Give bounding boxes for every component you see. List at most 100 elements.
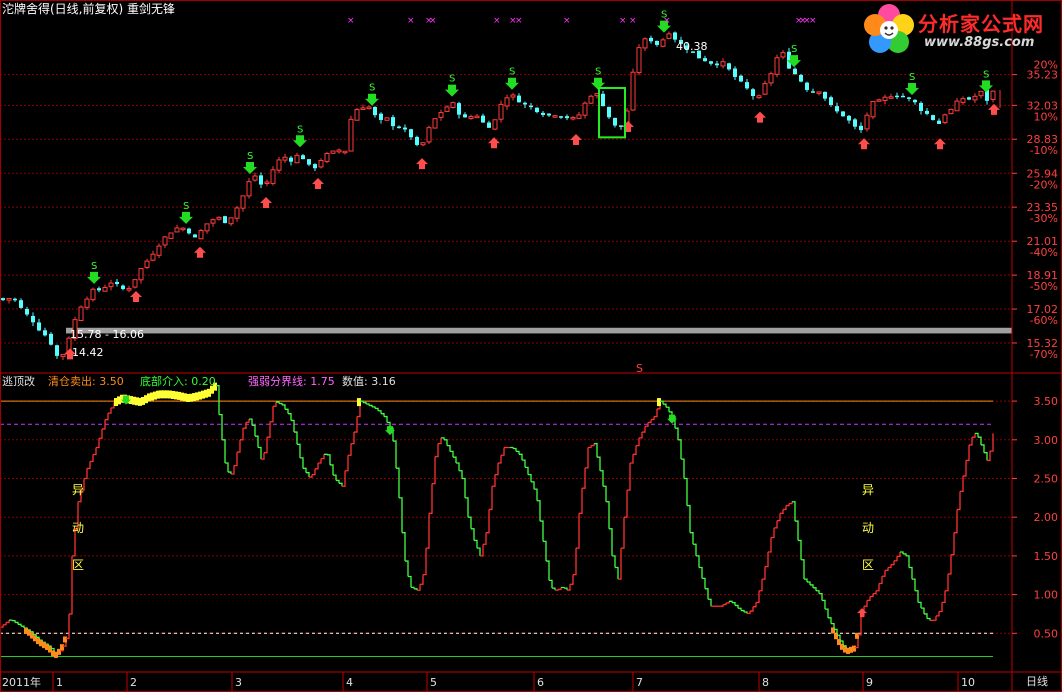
oscillator-segment: [456, 462, 460, 471]
oscillator-segment: [225, 462, 229, 473]
candle: [397, 125, 401, 129]
candle: [942, 113, 948, 125]
candle: [420, 142, 426, 147]
oscillator-segment: [942, 590, 946, 603]
oscillator-segment: [300, 457, 304, 469]
oscillator-segment: [228, 471, 232, 474]
candle: [187, 227, 191, 235]
candle: [403, 124, 407, 133]
signal-markers: SSSSSSS SSSS S× × ×× × ×× × × × × ××××: [64, 10, 1001, 360]
oscillator-segment: [858, 616, 862, 636]
oscillator-segment: [447, 444, 451, 452]
oscillator-segment: [687, 504, 691, 533]
oscillator-segment: [273, 402, 277, 407]
oscillator-segment: [606, 501, 610, 529]
candle: [276, 157, 282, 174]
candle: [823, 91, 827, 102]
candle: [636, 44, 642, 76]
site-logo: 分析家公式网 www.88gs.com: [862, 2, 1062, 56]
candle: [559, 115, 563, 119]
oscillator-segment: [3, 622, 7, 626]
svg-text:S: S: [509, 67, 515, 78]
oscillator-segment: [489, 486, 493, 511]
candle: [978, 90, 984, 99]
time-axis-label: 9: [866, 676, 873, 689]
buy-signal-arrow: [934, 138, 946, 150]
candle: [468, 114, 474, 120]
buy-signal-arrow: [194, 246, 206, 258]
oscillator-segment: [720, 604, 724, 607]
oscillator-segment: [255, 435, 259, 448]
oscillator-segment: [744, 611, 748, 614]
oscillator-segment: [486, 509, 490, 534]
oscillator-segment: [636, 437, 640, 447]
candle: [234, 205, 240, 222]
oscillator-segment: [786, 503, 790, 507]
low-price-label: 14.42: [72, 346, 104, 359]
oscillator-segment: [828, 617, 832, 624]
oscillator-segment: [564, 587, 568, 591]
oscillator-segment: [222, 439, 226, 464]
oscillator-segment: [558, 587, 562, 591]
candle: [733, 66, 737, 80]
candle: [990, 90, 996, 103]
candle: [474, 113, 480, 119]
oscillator-segment: [258, 446, 262, 460]
oscillator-segment: [741, 609, 745, 613]
oscillator-segment: [921, 607, 925, 614]
indicator-axis-label: 2.50: [1034, 472, 1059, 485]
oscillator-segment: [891, 560, 895, 566]
period-label[interactable]: 日线: [1026, 674, 1048, 688]
oscillator-segment: [543, 540, 547, 562]
oscillator-segment: [798, 539, 802, 560]
zone-char-right-3: 区: [862, 558, 874, 572]
oscillator-segment: [453, 456, 457, 464]
oscillator-segment: [756, 590, 760, 603]
candle: [348, 115, 354, 152]
time-axis-label: 7: [636, 676, 643, 689]
oscillator-segment: [681, 458, 685, 479]
svg-text:S: S: [909, 72, 915, 83]
candle: [504, 94, 510, 110]
candle: [210, 218, 216, 227]
sell-signal-arrow: S: [179, 201, 193, 224]
oscillator-segment: [534, 488, 538, 501]
oscillator-segment: [492, 474, 496, 487]
candle: [937, 118, 941, 124]
oscillator-segment: [579, 488, 583, 514]
candle: [426, 125, 432, 144]
candle: [121, 284, 125, 291]
site-url[interactable]: www.88gs.com: [924, 35, 1034, 50]
candle: [876, 98, 882, 102]
candle: [727, 62, 731, 71]
buy-signal-arrow: [416, 158, 428, 170]
oscillator-segment: [291, 419, 295, 433]
clear-sell-label: 清仓卖出: 3.50: [48, 374, 124, 388]
oscillator-segment: [792, 501, 796, 522]
strength-divide-label: 强弱分界线: 1.75: [248, 374, 335, 388]
candle: [415, 135, 419, 147]
candle: [576, 111, 582, 120]
oscillator-segment: [882, 570, 886, 577]
oscillator-segment: [405, 560, 409, 577]
oscillator-segment: [513, 447, 517, 452]
pct-axis-label: -40%: [1030, 246, 1058, 259]
pct-axis-label: 10%: [1034, 110, 1058, 123]
candle: [162, 236, 168, 249]
oscillator-segment: [516, 450, 520, 455]
pct-axis-label: -60%: [1030, 314, 1058, 327]
oscillator-segment: [537, 500, 541, 522]
oversold-block: [855, 632, 859, 639]
candle: [463, 112, 467, 118]
indicator-axis-label: 3.50: [1034, 395, 1059, 408]
oscillator-segment: [366, 403, 370, 406]
candle: [138, 268, 144, 284]
indicator-axis-label: 0.50: [1034, 627, 1059, 640]
magenta-mark: ×: [809, 16, 817, 26]
oscillator-segment: [99, 428, 103, 439]
candle: [954, 97, 960, 112]
oscillator-segment: [345, 455, 349, 472]
oscillator-segment: [363, 401, 367, 404]
oscillator-segment: [588, 445, 592, 449]
oscillator-segment: [243, 422, 247, 429]
